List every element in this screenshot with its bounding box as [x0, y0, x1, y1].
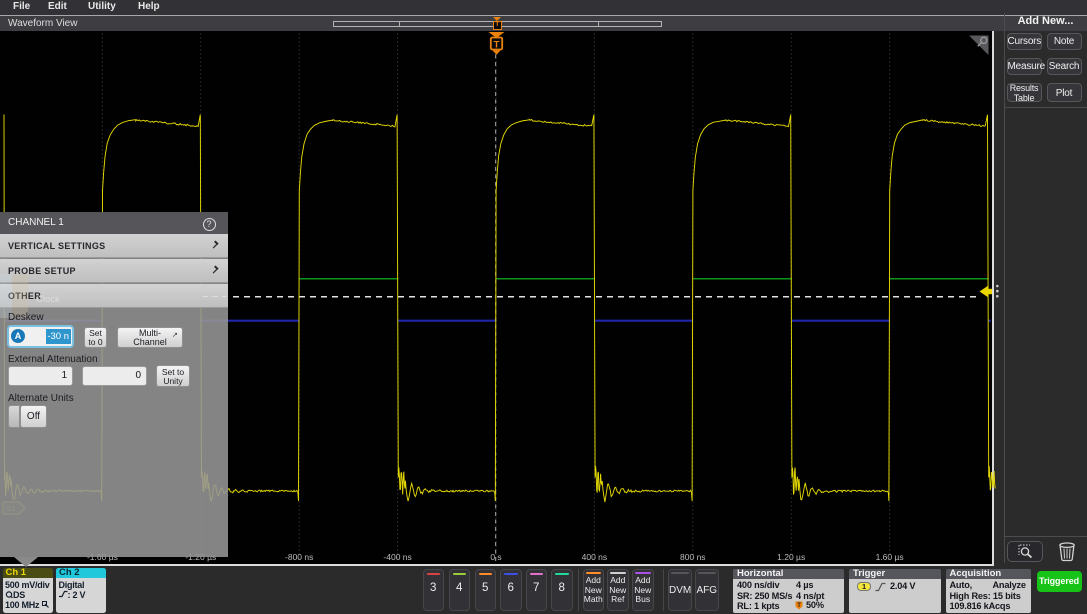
svg-text:1.20 µs: 1.20 µs — [777, 552, 805, 562]
svg-text:-800 ns: -800 ns — [285, 552, 313, 562]
svg-text:400 ns: 400 ns — [582, 552, 608, 562]
svg-text:T: T — [797, 603, 801, 609]
svg-text:T: T — [494, 39, 500, 50]
svg-text:-400 ns: -400 ns — [383, 552, 411, 562]
svg-text:1.60 µs: 1.60 µs — [876, 552, 904, 562]
svg-text:800 ns: 800 ns — [680, 552, 706, 562]
